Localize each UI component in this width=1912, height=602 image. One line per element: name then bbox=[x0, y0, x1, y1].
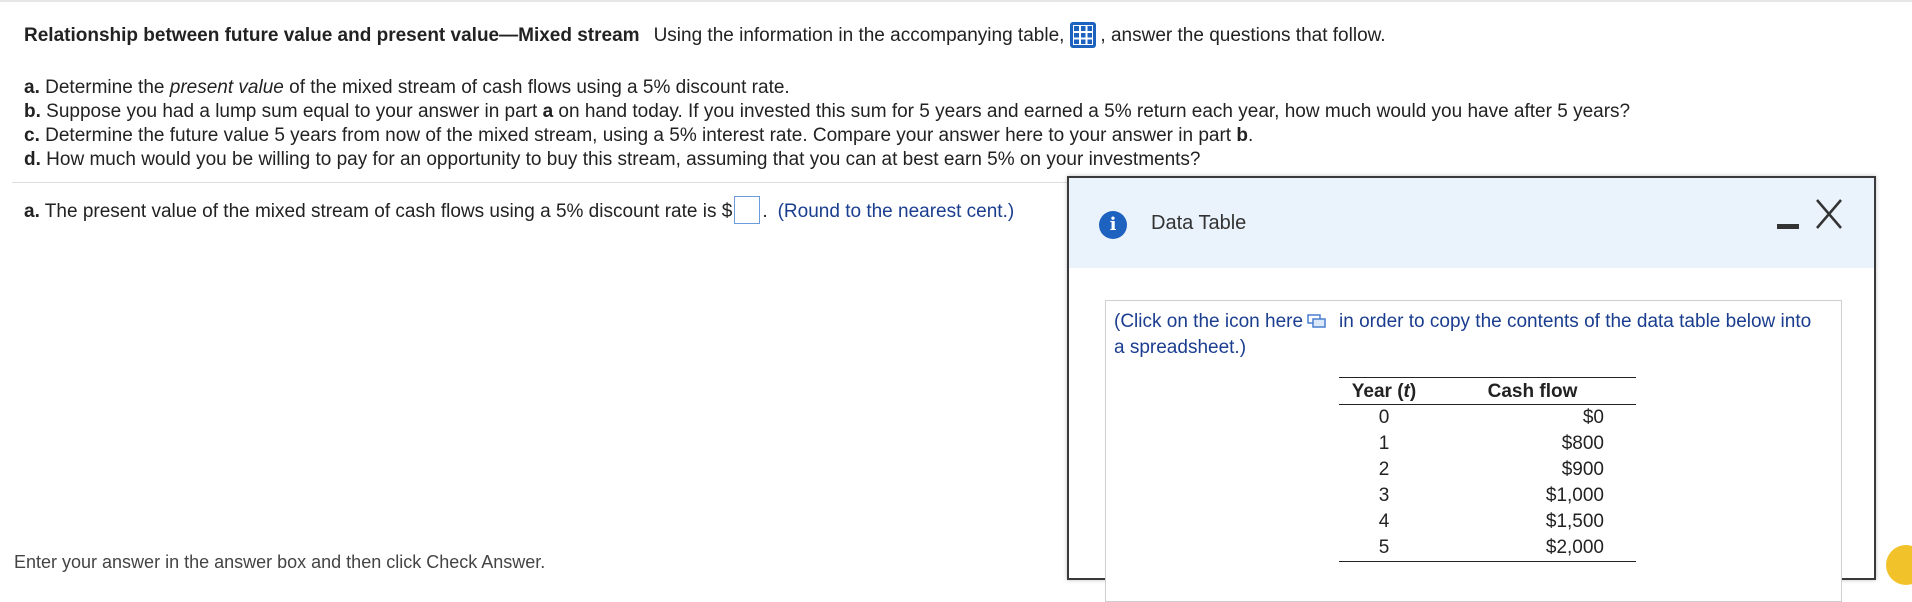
table-row: 0 $0 bbox=[1339, 405, 1636, 432]
question-intro-end: , answer the questions that follow. bbox=[1100, 25, 1386, 46]
close-icon bbox=[1816, 199, 1842, 229]
copy-to-spreadsheet-icon[interactable] bbox=[1307, 310, 1327, 328]
help-tab[interactable] bbox=[1886, 545, 1912, 585]
year-cell: 1 bbox=[1378, 433, 1390, 454]
cash-flow-cell: $1,000 bbox=[1545, 485, 1604, 506]
cash-flow-table: Year (t) Cash flow 0 $0 1 $800 2 $900 3 $1,000 4… bbox=[1339, 377, 1636, 562]
cash-flow-cell: $900 bbox=[1561, 459, 1604, 480]
dialog-header: i Data Table bbox=[1069, 178, 1874, 268]
year-cell: 2 bbox=[1378, 459, 1390, 480]
copy-instruction: (Click on the icon here in order to copy … bbox=[1114, 310, 1812, 358]
cash-flow-cell: $0 bbox=[1582, 407, 1604, 428]
table-row: 1 $800 bbox=[1339, 431, 1636, 457]
question-header: Relationship between future value and pr… bbox=[24, 22, 1884, 48]
year-cell: 3 bbox=[1378, 485, 1390, 506]
question-title: Relationship between future value and pr… bbox=[24, 25, 640, 46]
table-row: 3 $1,000 bbox=[1339, 483, 1636, 509]
top-divider bbox=[0, 0, 1912, 2]
year-cell: 0 bbox=[1378, 407, 1390, 428]
table-row: 2 $900 bbox=[1339, 457, 1636, 483]
table-row: 4 $1,500 bbox=[1339, 509, 1636, 535]
rounding-note: (Round to the nearest cent.) bbox=[777, 201, 1015, 222]
table-header-row: Year (t) Cash flow bbox=[1339, 377, 1636, 405]
part-a: a. Determine the present value of the mi… bbox=[24, 77, 790, 98]
cash-flow-cell: $1,500 bbox=[1545, 511, 1604, 532]
part-b: b. Suppose you had a lump sum equal to y… bbox=[24, 101, 1631, 122]
year-cell: 4 bbox=[1378, 511, 1390, 532]
close-button[interactable] bbox=[1813, 194, 1845, 234]
year-cell: 5 bbox=[1339, 535, 1429, 562]
dialog-title: Data Table bbox=[1151, 212, 1247, 234]
part-c: c. Determine the future value 5 years fr… bbox=[24, 125, 1254, 146]
data-table-content: (Click on the icon here in order to copy … bbox=[1105, 300, 1842, 602]
minimize-button[interactable] bbox=[1777, 216, 1799, 236]
year-column-header: Year (t) bbox=[1339, 377, 1429, 405]
cash-flow-cell: $2,000 bbox=[1429, 535, 1636, 562]
question-intro: Using the information in the accompanyin… bbox=[653, 25, 1065, 46]
answer-prompt: a. The present value of the mixed stream… bbox=[24, 196, 1014, 224]
data-table-dialog: i Data Table (Click on the icon here in o… bbox=[1067, 176, 1876, 602]
info-icon: i bbox=[1099, 211, 1127, 239]
cash-flow-column-header: Cash flow bbox=[1429, 377, 1636, 405]
table-row: 5 $2,000 bbox=[1339, 535, 1636, 562]
cash-flow-cell: $800 bbox=[1561, 433, 1604, 454]
question-parts: a. Determine the present value of the mi… bbox=[24, 76, 1884, 172]
section-divider bbox=[12, 182, 1068, 183]
answer-input[interactable] bbox=[734, 196, 761, 224]
part-d: d. How much would you be willing to pay … bbox=[24, 149, 1201, 170]
footer-instruction: Enter your answer in the answer box and … bbox=[14, 552, 546, 572]
table-grid-icon[interactable] bbox=[1070, 22, 1097, 48]
